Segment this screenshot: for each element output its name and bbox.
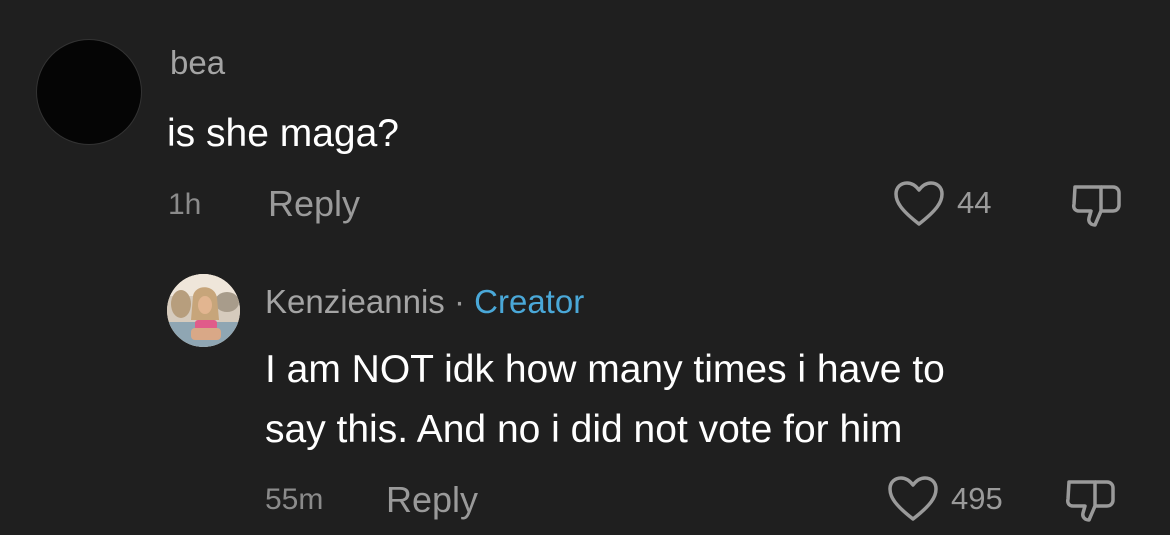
comment-timestamp: 1h <box>168 188 202 221</box>
comment-text-line-2: say this. And no i did not vote for him <box>265 408 903 451</box>
like-count: 495 <box>951 481 1003 516</box>
avatar-kenzieannis[interactable] <box>167 274 240 347</box>
heart-icon[interactable] <box>887 475 939 523</box>
reply-username-line: Kenzieannis · Creator <box>265 283 584 321</box>
comment-username[interactable]: Kenzieannis <box>265 283 445 320</box>
avatar-bea[interactable] <box>37 40 141 144</box>
comment-timestamp: 55m <box>265 483 324 516</box>
heart-icon[interactable] <box>893 180 945 228</box>
creator-badge: Creator <box>474 283 585 320</box>
dislike-icon[interactable] <box>1071 181 1125 231</box>
profile-photo <box>167 274 240 347</box>
reply-button[interactable]: Reply <box>386 479 478 521</box>
comment-text-line-1: I am NOT idk how many times i have to <box>265 348 945 391</box>
comment-text: is she maga? <box>167 112 399 155</box>
dislike-icon[interactable] <box>1065 476 1119 526</box>
separator-dot: · <box>453 283 465 320</box>
comment-username[interactable]: bea <box>170 44 225 82</box>
reply-button[interactable]: Reply <box>268 183 360 225</box>
like-count: 44 <box>957 185 992 220</box>
